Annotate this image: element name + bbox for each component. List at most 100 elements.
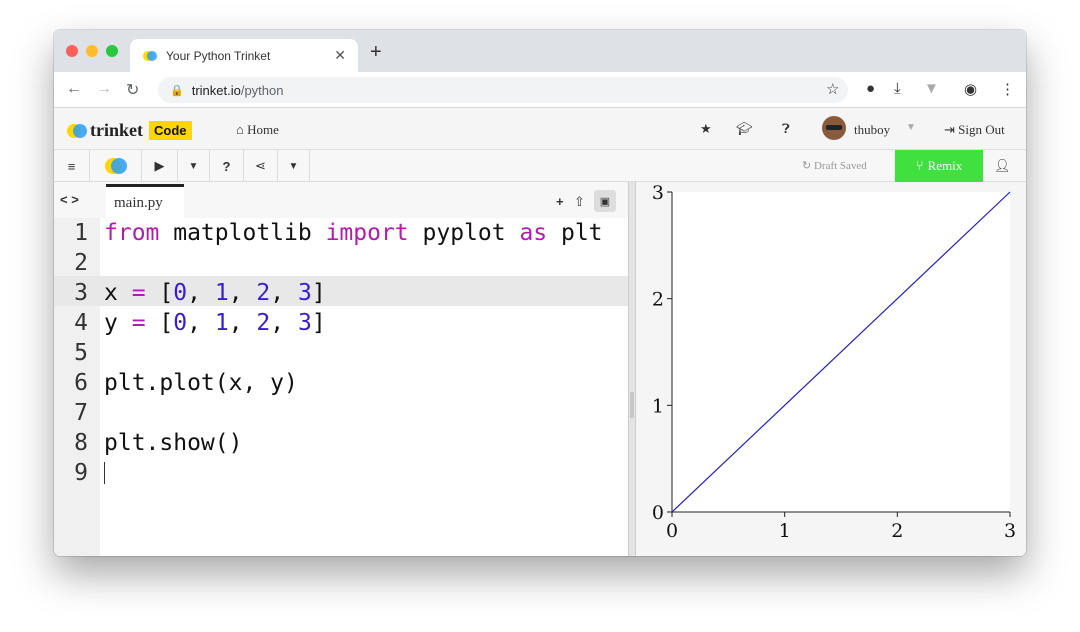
help-circle-icon[interactable]: ❓︎	[782, 121, 790, 137]
code-text: from matplotlib import pyplot as plt	[104, 220, 603, 246]
new-tab-icon[interactable]: +	[370, 41, 382, 64]
trinket-favicon-icon	[143, 50, 157, 61]
code-text: plt.plot(x, y)	[104, 370, 298, 396]
remix-icon: ⑂	[915, 158, 924, 173]
file-tab-row: < > main.py + ⇧ ▣	[54, 182, 628, 218]
draft-label: Draft Saved	[813, 160, 867, 172]
home-link[interactable]: ⌂ Home	[236, 122, 279, 138]
tab-title: Your Python Trinket	[166, 48, 271, 63]
home-icon: ⌂	[236, 122, 244, 137]
output-pane: 0 1 2 3 0 1 2 3	[636, 182, 1026, 556]
back-arrow-icon[interactable]: ←	[66, 80, 82, 98]
code-line[interactable]: 5	[54, 338, 628, 368]
remix-button[interactable]: ⑂ Remix	[895, 150, 983, 182]
line-chart: 0 1 2 3 0 1 2 3	[652, 182, 1016, 542]
chevron-down-icon: ▼	[188, 160, 199, 172]
user-icon[interactable]: 👤︎	[994, 158, 1011, 174]
code-line[interactable]: 2	[54, 248, 628, 278]
trinket-menu-button[interactable]	[90, 150, 142, 182]
text-cursor	[104, 462, 105, 484]
maximize-window-button[interactable]	[106, 45, 118, 57]
lock-icon: 🔒	[170, 84, 184, 97]
address-bar-row: ← → ↻ 🔒 trinket.io /python ☆ ● ⤓ ▼ ◉ ⋮	[54, 72, 1026, 108]
hamburger-menu-icon[interactable]: ≡	[54, 150, 90, 182]
x-tick-label: 3	[1004, 520, 1016, 542]
url-field[interactable]: 🔒 trinket.io /python	[158, 77, 848, 103]
line-number: 1	[74, 220, 88, 246]
code-line-active[interactable]: 9	[54, 458, 628, 488]
image-library-icon[interactable]: ▣	[594, 190, 616, 212]
browser-tab[interactable]: Your Python Trinket ✕	[130, 39, 358, 72]
code-text: plt.show()	[104, 430, 243, 456]
code-text: x = [0, 1, 2, 3]	[104, 280, 326, 306]
download-icon[interactable]: ⤓	[894, 80, 901, 97]
y-tick-label: 0	[652, 502, 664, 524]
share-button[interactable]: ⋖	[244, 150, 278, 182]
line-number: 3	[74, 280, 88, 306]
keyword-from: from	[104, 220, 160, 246]
code-toggle-icon[interactable]: < >	[60, 192, 79, 207]
github-extension-icon[interactable]: ●	[866, 80, 875, 97]
url-host: trinket.io	[191, 82, 241, 98]
sign-out-label: Sign Out	[958, 122, 1005, 137]
remix-label: Remix	[927, 158, 963, 173]
x-tick-label: 2	[891, 520, 903, 542]
graduation-cap-icon[interactable]: 🎓︎	[736, 121, 753, 137]
y-tick-label: 3	[652, 182, 664, 204]
play-icon: ▶	[154, 158, 165, 173]
code-badge: Code	[149, 121, 192, 140]
trinket-logo[interactable]: trinket Code	[66, 120, 192, 141]
browser-menu-icon[interactable]: ⋮	[1000, 80, 1015, 98]
home-label: Home	[247, 122, 279, 137]
user-avatar[interactable]	[822, 116, 846, 140]
code-line[interactable]: 4 y = [0, 1, 2, 3]	[54, 308, 628, 338]
trinket-logo-icon	[67, 123, 87, 138]
minimize-window-button[interactable]	[86, 45, 98, 57]
sign-out-link[interactable]: ⇥ Sign Out	[944, 122, 1005, 138]
line-number: 8	[74, 430, 88, 456]
trinket-logo-icon	[104, 158, 127, 174]
code-line[interactable]: 7	[54, 398, 628, 428]
line-number: 7	[74, 400, 88, 426]
close-tab-icon[interactable]: ✕	[334, 47, 346, 64]
add-file-icon[interactable]: +	[556, 194, 564, 209]
sync-icon: ↻	[802, 160, 812, 172]
splitter-handle[interactable]	[630, 392, 634, 418]
line-number: 9	[74, 460, 88, 486]
profile-avatar-icon[interactable]: ◉	[964, 80, 977, 98]
y-tick-label: 1	[652, 395, 664, 417]
bookmark-star-icon[interactable]: ☆	[826, 80, 839, 98]
share-options-dropdown[interactable]: ▼	[278, 150, 310, 182]
run-button[interactable]: ▶	[142, 150, 178, 182]
x-tick-label: 1	[779, 520, 791, 542]
chevron-down-icon[interactable]: ▼	[906, 122, 916, 133]
code-line[interactable]: 8 plt.show()	[54, 428, 628, 458]
site-header: trinket Code ⌂ Home ★ 🎓︎ ❓︎ thuboy ▼ ⇥ S…	[54, 108, 1026, 150]
help-button[interactable]: ?	[210, 150, 244, 182]
file-tab-main[interactable]: main.py	[106, 184, 184, 218]
forward-arrow-icon[interactable]: →	[96, 80, 112, 98]
logo-word: trinket	[90, 120, 143, 140]
star-icon[interactable]: ★	[700, 121, 712, 137]
share-icon: ⋖	[255, 158, 266, 173]
upload-icon[interactable]: ⇧	[574, 194, 585, 210]
filter-extension-icon[interactable]: ▼	[924, 80, 939, 97]
editor-toolbar: ≡ ▶ ▼ ? ⋖ ▼ ↻ Draft Saved ⑂ Remix 👤︎	[54, 150, 1026, 182]
code-line[interactable]: 6 plt.plot(x, y)	[54, 368, 628, 398]
reload-icon[interactable]: ↻	[126, 80, 139, 100]
chevron-down-icon: ▼	[288, 160, 299, 172]
tab-strip: Your Python Trinket ✕ +	[54, 30, 1026, 72]
y-tick-label: 2	[652, 289, 664, 311]
browser-window: Your Python Trinket ✕ + ← → ↻ 🔒 trinket.…	[54, 30, 1026, 556]
sign-out-icon: ⇥	[944, 122, 955, 137]
code-line[interactable]: 1 from matplotlib import pyplot as plt	[54, 218, 628, 248]
close-window-button[interactable]	[66, 45, 78, 57]
line-number: 2	[74, 250, 88, 276]
pane-splitter[interactable]	[628, 182, 636, 556]
keyword-import: import	[325, 220, 409, 246]
run-options-dropdown[interactable]: ▼	[178, 150, 210, 182]
username-menu[interactable]: thuboy	[854, 122, 890, 138]
line-number: 4	[74, 310, 88, 336]
draft-status: ↻ Draft Saved	[802, 159, 867, 172]
code-line[interactable]: 3 x = [0, 1, 2, 3]	[54, 278, 628, 308]
